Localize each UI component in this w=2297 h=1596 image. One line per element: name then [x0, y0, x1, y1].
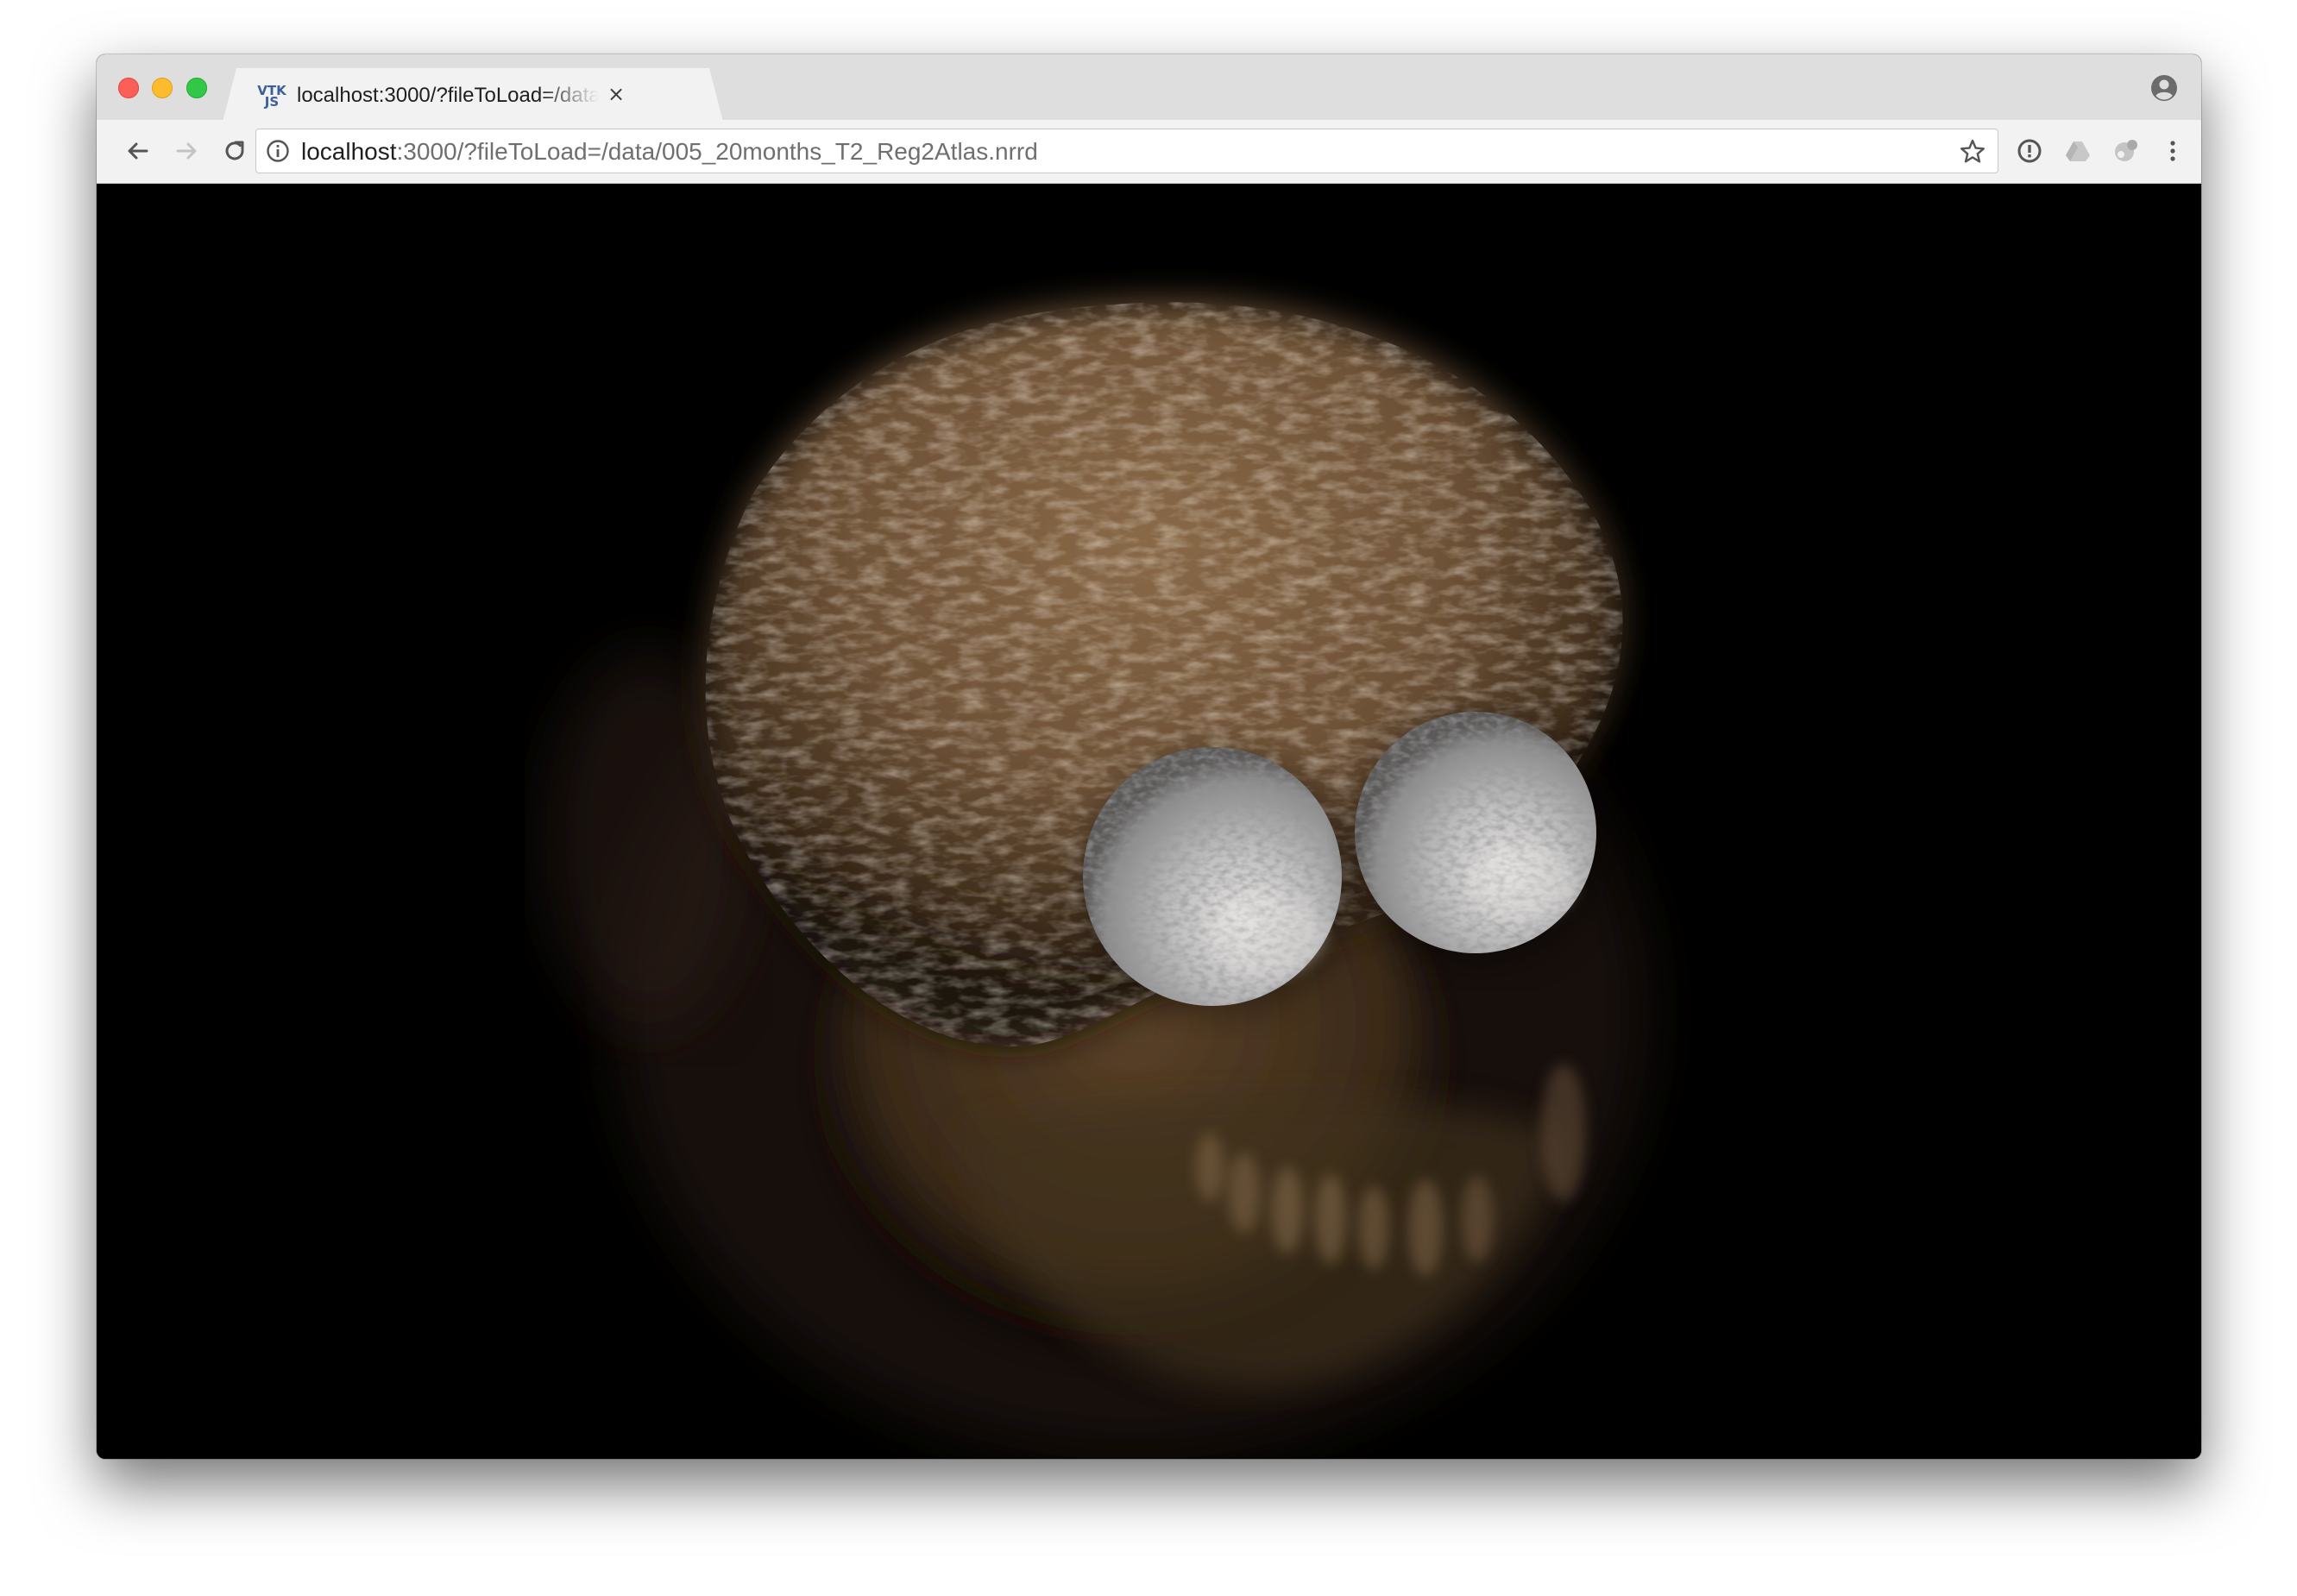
browser-window: VTK JS localhost:3000/?fileToLoad=/data/… [97, 54, 2201, 1459]
tab-close-icon[interactable]: × [604, 82, 628, 106]
window-minimize-button[interactable] [152, 78, 173, 98]
chrome-menu-button[interactable] [2155, 134, 2190, 168]
info-icon[interactable] [265, 138, 291, 164]
reload-button[interactable] [217, 134, 252, 168]
extension-puzzle-button[interactable] [2109, 134, 2143, 168]
volume-render-canvas[interactable] [97, 184, 2201, 1459]
address-bar-url: localhost:3000/?fileToLoad=/data/005_20m… [301, 138, 1038, 166]
tab-title: localhost:3000/?fileToLoad=/data/005_20m… [297, 84, 599, 107]
arrow-right-icon [176, 142, 197, 160]
right-eye-volume [1353, 712, 1608, 965]
tab-strip: VTK JS localhost:3000/?fileToLoad=/data/… [97, 54, 2201, 120]
window-maximize-button[interactable] [186, 78, 207, 98]
window-close-button[interactable] [118, 78, 139, 98]
kebab-menu-icon [2170, 141, 2175, 161]
drive-icon [2066, 141, 2090, 161]
alert-circle-icon [2017, 139, 2042, 163]
vtk-render-viewport[interactable] [97, 184, 2201, 1459]
extension-drive-button[interactable] [2061, 134, 2095, 168]
browser-toolbar: localhost:3000/?fileToLoad=/data/005_20m… [97, 120, 2201, 184]
profile-icon[interactable] [2149, 73, 2179, 103]
address-bar[interactable]: localhost:3000/?fileToLoad=/data/005_20m… [255, 129, 1998, 173]
extension-alert-button[interactable] [2012, 134, 2047, 168]
forward-button[interactable] [169, 134, 204, 168]
back-button[interactable] [121, 134, 155, 168]
star-icon[interactable] [1958, 137, 1987, 167]
arrow-left-icon [128, 142, 148, 160]
url-path: :3000/?fileToLoad=/data/005_20months_T2_… [396, 138, 1038, 165]
vtkjs-favicon-icon: VTK JS [257, 83, 286, 110]
reload-icon [225, 141, 244, 160]
url-host: localhost [301, 138, 397, 165]
puzzle-icon [2115, 140, 2137, 161]
tab-active[interactable]: VTK JS localhost:3000/?fileToLoad=/data/… [223, 68, 723, 122]
